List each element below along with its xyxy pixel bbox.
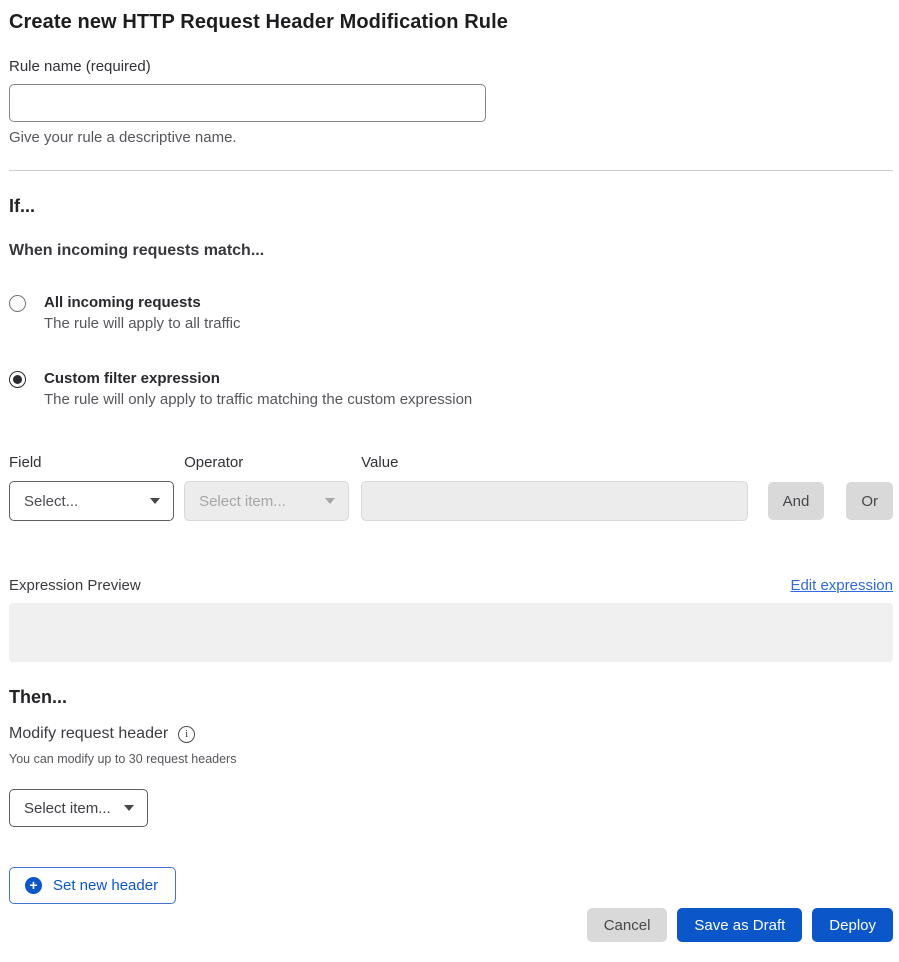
modify-request-header-row: Modify request header i (9, 725, 893, 743)
and-button[interactable]: And (768, 482, 825, 520)
operator-label: Operator (184, 454, 349, 471)
expression-preview-box (9, 603, 893, 662)
or-button[interactable]: Or (846, 482, 893, 520)
chevron-down-icon (124, 805, 134, 811)
expression-preview-header: Expression Preview Edit expression (9, 577, 893, 594)
radio-button-all-incoming-requests[interactable] (9, 295, 26, 312)
header-action-select[interactable]: Select item... (9, 789, 148, 827)
page-title: Create new HTTP Request Header Modificat… (9, 11, 893, 34)
expression-builder-row: Field Select... Operator Select item... … (9, 454, 893, 521)
field-select-value: Select... (24, 493, 78, 510)
set-new-header-label: Set new header (53, 877, 158, 894)
modify-header-help: You can modify up to 30 request headers (9, 752, 893, 766)
radio-button-custom-filter-expression[interactable] (9, 371, 26, 388)
expression-preview-label: Expression Preview (9, 577, 141, 594)
value-label: Value (361, 454, 747, 471)
deploy-button[interactable]: Deploy (812, 908, 893, 942)
info-icon[interactable]: i (178, 726, 195, 743)
rule-name-block: Rule name (required) Give your rule a de… (9, 58, 893, 146)
radio-label-custom-filter-expression: Custom filter expression (44, 370, 472, 387)
radio-description-all-incoming-requests: The rule will apply to all traffic (44, 315, 240, 332)
match-subheading: When incoming requests match... (9, 242, 893, 260)
section-divider (9, 170, 893, 171)
field-label: Field (9, 454, 174, 471)
match-options: All incoming requests The rule will appl… (9, 294, 893, 408)
radio-description-custom-filter-expression: The rule will only apply to traffic matc… (44, 391, 472, 408)
field-select[interactable]: Select... (9, 481, 174, 521)
rule-name-help: Give your rule a descriptive name. (9, 129, 893, 146)
chevron-down-icon (325, 498, 335, 504)
footer-actions: Cancel Save as Draft Deploy (9, 908, 893, 942)
plus-icon: + (25, 877, 42, 894)
radio-option-all-incoming-requests[interactable]: All incoming requests The rule will appl… (9, 294, 893, 332)
operator-select: Select item... (184, 481, 349, 521)
radio-label-all-incoming-requests: All incoming requests (44, 294, 240, 311)
if-heading: If... (9, 196, 893, 217)
modify-request-header-label: Modify request header (9, 725, 168, 743)
cancel-button[interactable]: Cancel (587, 908, 668, 942)
edit-expression-link[interactable]: Edit expression (790, 577, 893, 594)
chevron-down-icon (150, 498, 160, 504)
operator-select-value: Select item... (199, 493, 286, 510)
then-heading: Then... (9, 687, 893, 708)
header-action-select-value: Select item... (24, 800, 111, 817)
radio-option-custom-filter-expression[interactable]: Custom filter expression The rule will o… (9, 370, 893, 408)
rule-name-label: Rule name (required) (9, 58, 893, 75)
rule-name-input[interactable] (9, 84, 486, 122)
create-rule-page: Create new HTTP Request Header Modificat… (0, 0, 899, 962)
set-new-header-button[interactable]: + Set new header (9, 867, 176, 904)
save-as-draft-button[interactable]: Save as Draft (677, 908, 802, 942)
value-input (361, 481, 747, 521)
